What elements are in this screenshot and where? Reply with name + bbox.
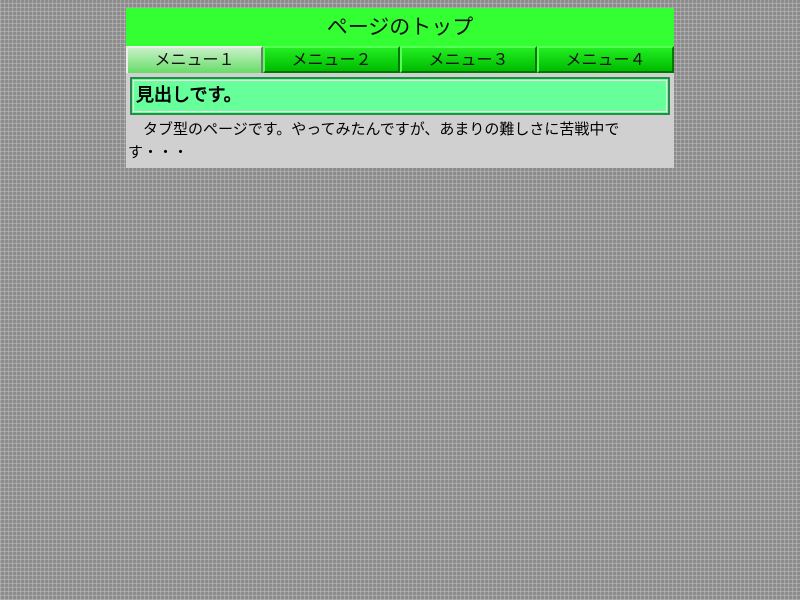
tab-bar: メニュー１ メニュー２ メニュー３ メニュー４ <box>126 46 674 73</box>
content-heading: 見出しです。 <box>130 77 670 115</box>
tab-menu-2[interactable]: メニュー２ <box>263 46 400 73</box>
content-text: タブ型のページです。やってみたんですが、あまりの難しさに苦戦中です・・・ <box>128 120 620 161</box>
tab-content-panel: 見出しです。 タブ型のページです。やってみたんですが、あまりの難しさに苦戦中です… <box>126 73 674 168</box>
tab-menu-3[interactable]: メニュー３ <box>400 46 537 73</box>
tab-menu-4[interactable]: メニュー４ <box>537 46 674 73</box>
tab-menu-1[interactable]: メニュー１ <box>126 46 263 73</box>
page-container: ページのトップ メニュー１ メニュー２ メニュー３ メニュー４ 見出しです。 タ… <box>126 8 674 168</box>
page-title: ページのトップ <box>126 8 674 46</box>
